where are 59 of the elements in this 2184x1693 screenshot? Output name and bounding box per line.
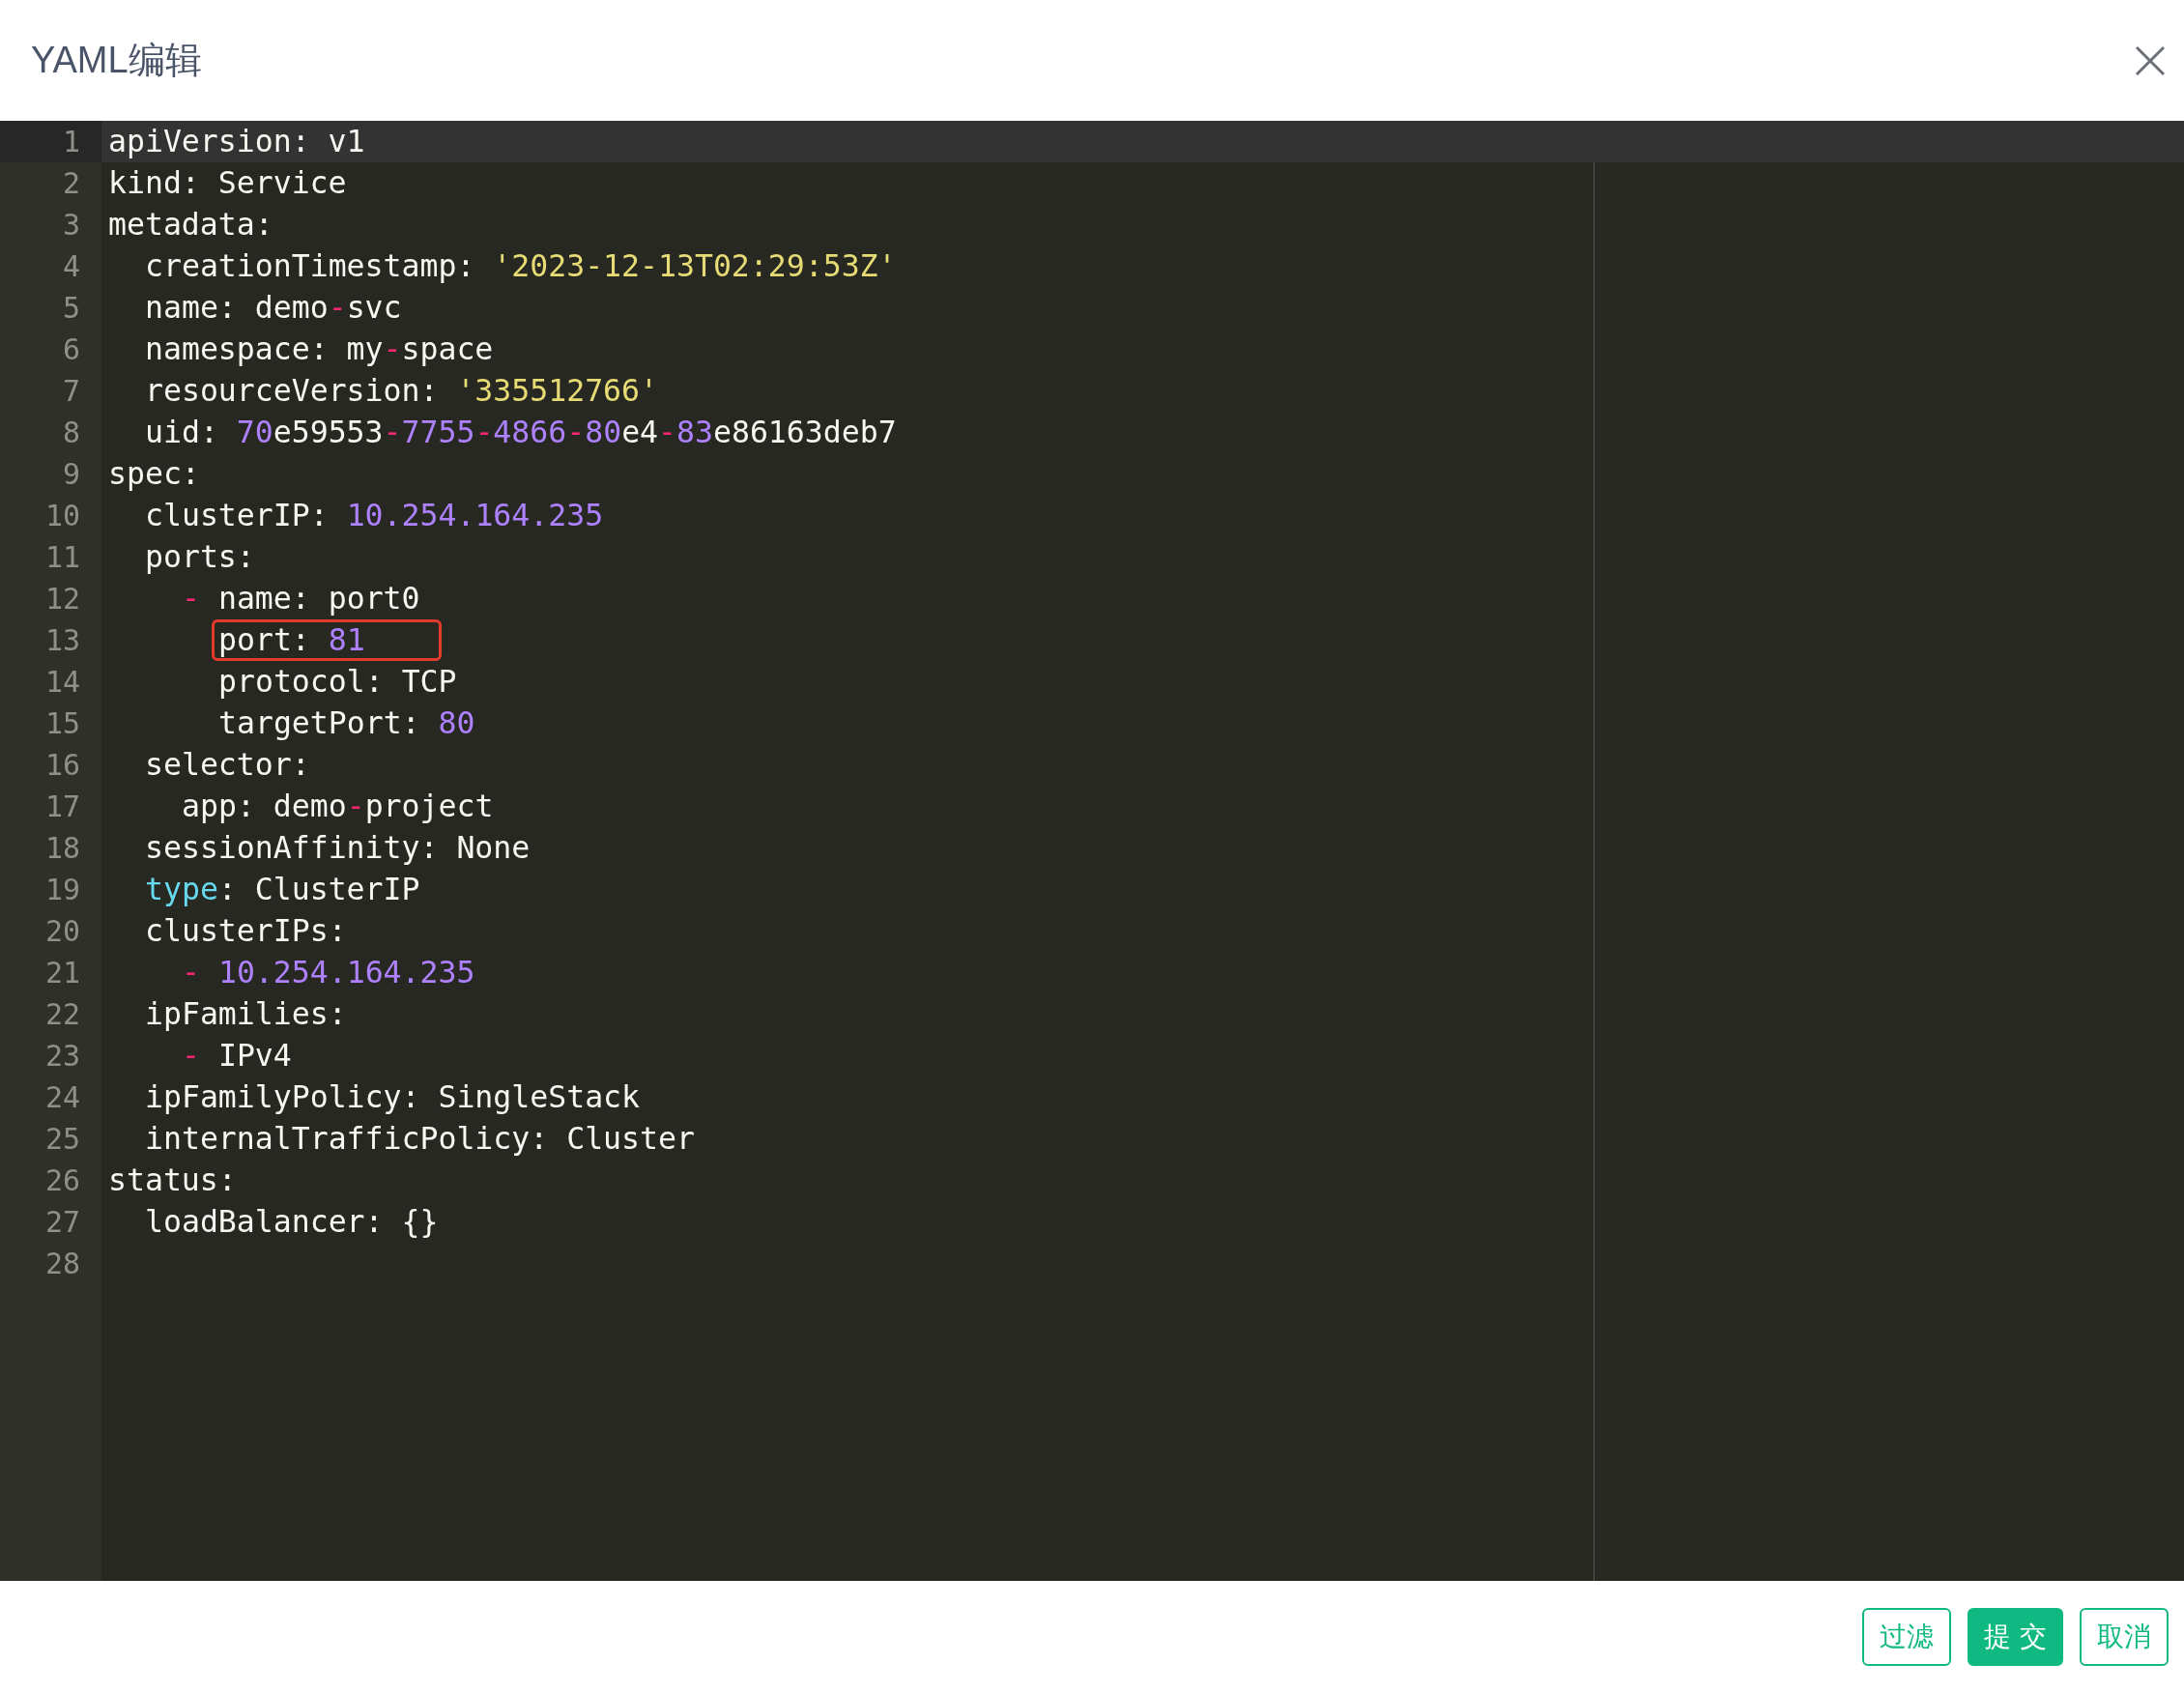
line-number: 5 — [61, 290, 81, 327]
code-line: type: ClusterIP — [144, 871, 421, 908]
line-number: 3 — [61, 207, 81, 244]
line-number: 24 — [43, 1079, 81, 1116]
line-number: 6 — [61, 331, 81, 368]
line-number: 17 — [43, 789, 81, 825]
code-line: name: demo-svc — [144, 289, 403, 327]
code-line: ipFamilies: — [144, 995, 348, 1033]
line-number: 11 — [43, 539, 81, 576]
code-line: internalTrafficPolicy: Cluster — [144, 1120, 696, 1158]
code-line: - 10.254.164.235 — [181, 954, 476, 991]
code-line: app: demo-project — [181, 788, 495, 825]
line-number: 13 — [43, 622, 81, 659]
line-number: 20 — [43, 913, 81, 950]
code-line: sessionAffinity: None — [144, 829, 532, 867]
line-number: 28 — [43, 1246, 81, 1282]
code-line: protocol: TCP — [217, 663, 458, 701]
line-number: 26 — [43, 1162, 81, 1199]
code-line: metadata: — [107, 206, 274, 244]
code-line: selector: — [144, 746, 311, 784]
dialog-button[interactable]: 过滤 — [1862, 1608, 1951, 1666]
code-line: status: — [107, 1162, 238, 1199]
line-number: 14 — [43, 664, 81, 701]
code-line: clusterIPs: — [144, 912, 348, 950]
line-number: 15 — [43, 705, 81, 742]
code-line: resourceVersion: '335512766' — [144, 372, 660, 410]
line-number: 8 — [61, 415, 81, 451]
line-number: 23 — [43, 1038, 81, 1075]
line-number: 19 — [43, 872, 81, 908]
code-line: kind: Service — [107, 164, 348, 202]
code-line: - IPv4 — [181, 1037, 293, 1075]
line-number: 16 — [43, 747, 81, 784]
line-number: 25 — [43, 1121, 81, 1158]
close-icon[interactable] — [2134, 43, 2167, 77]
code-line: loadBalancer: {} — [144, 1203, 440, 1241]
dialog-title: YAML编辑 — [31, 39, 202, 82]
line-number: 7 — [61, 373, 81, 410]
code-line: clusterIP: 10.254.164.235 — [144, 497, 605, 534]
line-number: 21 — [43, 955, 81, 991]
line-number: 18 — [43, 830, 81, 867]
code-line: ports: — [144, 538, 256, 576]
dialog-button[interactable]: 取消 — [2080, 1608, 2169, 1666]
code-line: - name: port0 — [181, 580, 421, 617]
line-number: 4 — [61, 248, 81, 285]
code-line: targetPort: 80 — [217, 704, 476, 742]
line-number: 1 — [0, 121, 101, 162]
code-line: creationTimestamp: '2023-12-13T02:29:53Z' — [144, 247, 898, 285]
code-line: uid: 70e59553-7755-4866-80e4-83e86163deb7 — [144, 414, 898, 451]
line-number: 22 — [43, 996, 81, 1033]
highlighted-code: port: 81 — [212, 619, 442, 661]
line-number: 2 — [61, 165, 81, 202]
code-line: ipFamilyPolicy: SingleStack — [144, 1078, 642, 1116]
line-number: 12 — [43, 581, 81, 617]
line-number: 27 — [43, 1204, 81, 1241]
submit-button[interactable]: 提 交 — [1968, 1608, 2063, 1666]
code-line: namespace: my-space — [144, 330, 495, 368]
line-number: 10 — [43, 498, 81, 534]
line-number: 9 — [61, 456, 81, 493]
code-line: spec: — [107, 455, 201, 493]
